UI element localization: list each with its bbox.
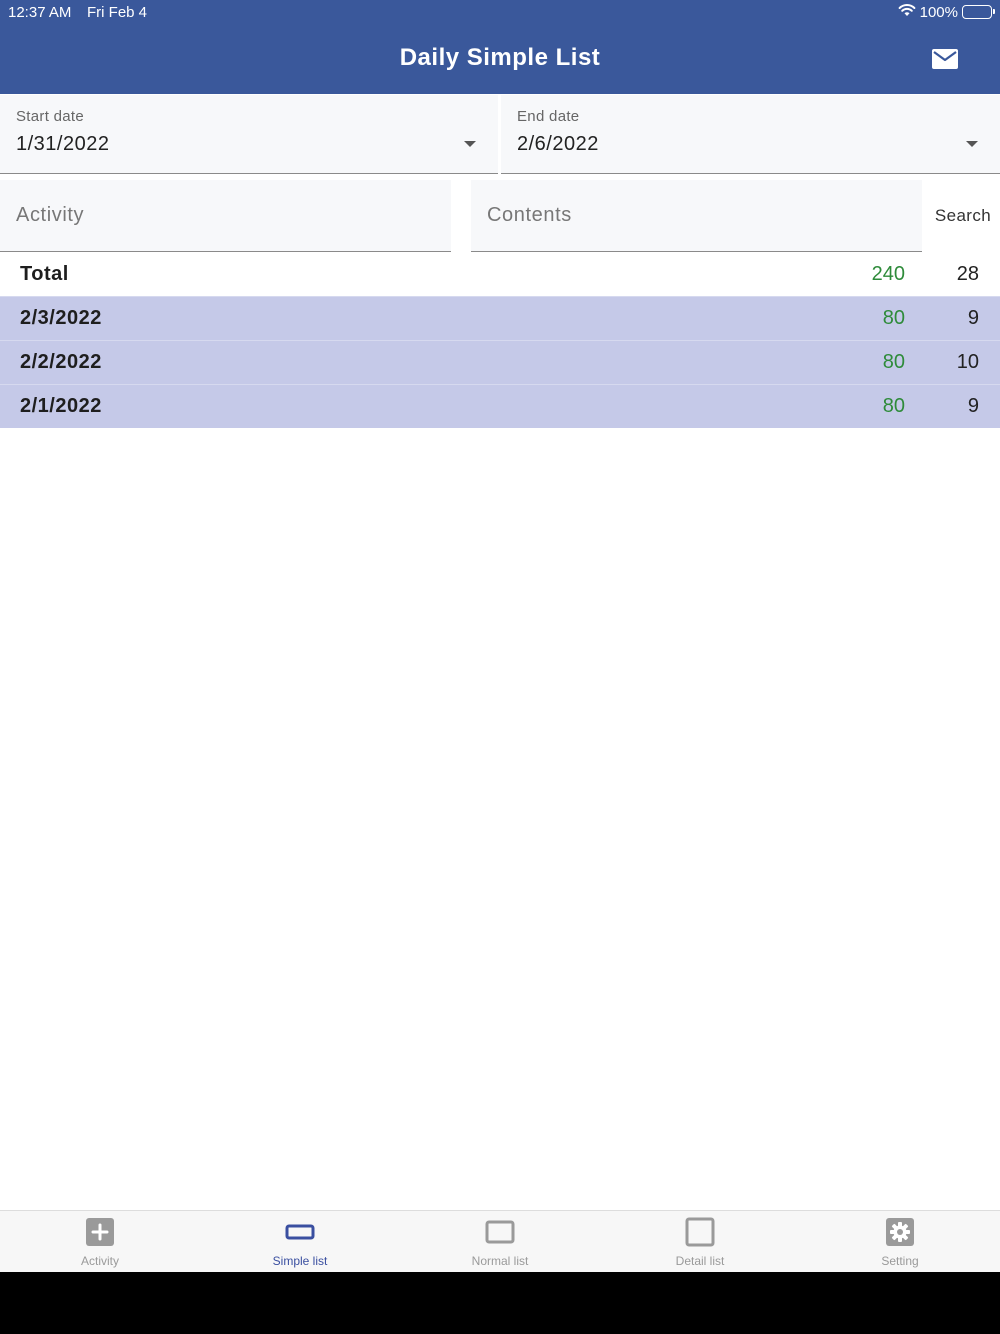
total-label: Total	[20, 262, 69, 285]
square-icon	[685, 1217, 715, 1247]
total-row: Total 240 28	[0, 252, 1000, 296]
contents-input[interactable]	[471, 180, 922, 251]
start-date-label: Start date	[16, 108, 85, 125]
day-count: 9	[967, 307, 979, 329]
nav-normal-list[interactable]: Normal list	[400, 1211, 600, 1272]
list-item[interactable]: 2/3/2022 80 9	[0, 296, 1000, 340]
mail-button[interactable]	[928, 44, 962, 74]
day-amount: 80	[882, 307, 905, 329]
plus-square-icon	[85, 1217, 115, 1247]
app-screen: 12:37 AM Fri Feb 4 100% Daily Simple Lis…	[0, 0, 1000, 1272]
dropdown-arrow-icon	[966, 141, 978, 147]
start-date-dropdown[interactable]: Start date 1/31/2022	[0, 95, 498, 174]
mail-icon	[932, 49, 958, 69]
list-item[interactable]: 2/1/2022 80 9	[0, 384, 1000, 428]
battery-icon	[962, 5, 995, 19]
contents-field-container	[471, 180, 922, 252]
nav-activity[interactable]: Activity	[0, 1211, 200, 1272]
end-date-dropdown[interactable]: End date 2/6/2022	[501, 95, 1000, 174]
nav-normal-list-label: Normal list	[471, 1254, 529, 1268]
nav-detail-list-label: Detail list	[675, 1254, 725, 1268]
status-right: 100%	[898, 3, 995, 21]
nav-setting-label: Setting	[881, 1254, 919, 1268]
battery-percent: 100%	[919, 3, 958, 21]
search-button[interactable]: Search	[926, 180, 1000, 252]
nav-simple-list-label: Simple list	[272, 1254, 328, 1268]
dropdown-arrow-icon	[464, 141, 476, 147]
activity-field-container	[0, 180, 451, 252]
nav-detail-list[interactable]: Detail list	[600, 1211, 800, 1272]
day-count: 9	[967, 395, 979, 417]
status-time: 12:37 AM	[8, 4, 72, 21]
day-count: 10	[956, 351, 979, 373]
total-amount: 240	[871, 262, 905, 285]
total-count: 28	[956, 262, 979, 285]
nav-simple-list[interactable]: Simple list	[200, 1211, 400, 1272]
rectangle-icon	[285, 1217, 315, 1247]
day-amount: 80	[882, 395, 905, 417]
nav-activity-label: Activity	[80, 1254, 119, 1268]
rectangle-icon	[485, 1217, 515, 1247]
gear-icon	[885, 1217, 915, 1247]
page-title: Daily Simple List	[399, 44, 601, 71]
wifi-icon	[898, 3, 916, 21]
end-date-label: End date	[517, 108, 580, 125]
nav-setting[interactable]: Setting	[800, 1211, 1000, 1272]
app-header: 12:37 AM Fri Feb 4 100% Daily Simple Lis…	[0, 0, 1000, 94]
list-item[interactable]: 2/2/2022 80 10	[0, 340, 1000, 384]
day-date: 2/2/2022	[20, 351, 102, 373]
system-bottom-bar	[0, 1272, 1000, 1334]
status-bar: 12:37 AM Fri Feb 4 100%	[0, 0, 1000, 26]
activity-input[interactable]	[0, 180, 451, 251]
day-date: 2/3/2022	[20, 307, 102, 329]
day-amount: 80	[882, 351, 905, 373]
end-date-value: 2/6/2022	[517, 133, 599, 155]
daily-list: Total 240 28 2/3/2022 80 9 2/2/2022 80 1…	[0, 252, 1000, 428]
bottom-nav: Activity Simple list Normal list Detail …	[0, 1210, 1000, 1272]
start-date-value: 1/31/2022	[16, 133, 110, 155]
day-date: 2/1/2022	[20, 395, 102, 417]
status-date: Fri Feb 4	[87, 4, 148, 21]
